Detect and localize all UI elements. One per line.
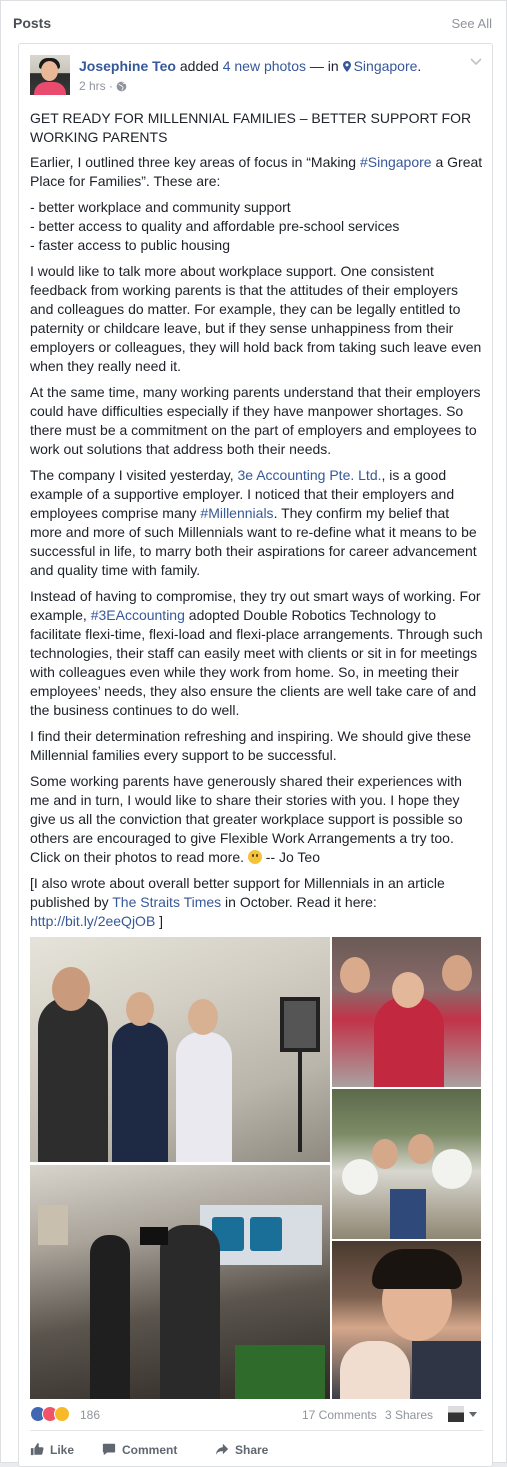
photo-family-one[interactable] [332,937,481,1087]
list-item: - faster access to public housing [30,237,230,253]
photo-mother-baby[interactable] [332,1241,481,1399]
hashtag-millennials[interactable]: #Millennials [200,505,273,521]
comments-count[interactable]: 17 Comments [302,1408,377,1422]
paragraph-workplace: I would like to talk more about workplac… [30,263,482,374]
globe-icon[interactable] [116,81,127,92]
chevron-down-icon[interactable] [470,58,482,66]
action-mid: — in [306,58,343,74]
paragraph-company: The company I visited yesterday, 3e Acco… [30,467,477,578]
wow-reaction-icon [54,1406,70,1422]
reaction-icons[interactable] [30,1406,78,1422]
post-card: Josephine Teo added 4 new photos — in Si… [18,43,493,1467]
map-pin-icon [342,61,351,72]
like-icon [30,1443,44,1456]
comment-icon [102,1443,116,1456]
photo-grid [30,937,481,1399]
section-title: Posts [13,15,52,31]
location-link[interactable]: Singapore [342,58,418,74]
author-avatar[interactable] [30,55,70,95]
viewer-avatar[interactable] [448,1406,464,1422]
post-meta: 2 hrs · [79,79,127,93]
shares-count[interactable]: 3 Shares [385,1408,433,1422]
timestamp[interactable]: 2 hrs [79,79,106,93]
hashtag-3eaccounting[interactable]: #3EAccounting [91,607,185,623]
paragraph-commitment: At the same time, many working parents u… [30,384,481,457]
photos-link[interactable]: 4 new photos [223,58,306,74]
paragraph-smart-working: Instead of having to compromise, they tr… [30,588,483,718]
location-suffix: . [417,58,422,74]
photo-office-visit[interactable] [30,937,330,1162]
post-body: GET READY FOR MILLENNIAL FAMILIES – BETT… [30,109,483,938]
smiley-emoji-icon [247,850,262,864]
share-label: Share [235,1443,269,1457]
author-name[interactable]: Josephine Teo [79,58,176,74]
share-button[interactable]: Share [215,1440,268,1457]
action-prefix: added [175,58,223,74]
meta-separator: · [105,79,117,93]
photo-film-crew[interactable] [30,1165,330,1399]
post-header: Josephine Teo added 4 new photos — in Si… [79,58,421,74]
straits-times-link[interactable]: The Straits Times [112,894,221,910]
section-header: Posts See All [1,1,506,43]
caret-down-icon[interactable] [469,1412,477,1417]
list-item: - better access to quality and affordabl… [30,218,400,234]
list-item: - better workplace and community support [30,199,291,215]
like-button[interactable]: Like [30,1440,74,1457]
posts-section: Posts See All Josephine Teo added 4 new … [0,0,507,1467]
reactions-bar: 186 17 Comments 3 Shares [30,1404,483,1426]
see-all-link[interactable]: See All [452,16,492,31]
post-headline: GET READY FOR MILLENNIAL FAMILIES – BETT… [30,110,472,145]
paragraph-intro: Earlier, I outlined three key areas of f… [30,154,483,189]
article-url-link[interactable]: http://bit.ly/2eeQjOB [30,913,155,929]
comment-button[interactable]: Comment [102,1440,177,1457]
photo-family-two[interactable] [332,1089,481,1239]
comment-label: Comment [122,1443,178,1457]
location-name: Singapore [353,58,418,74]
like-label: Like [50,1443,75,1457]
focus-list: - better workplace and community support… [30,198,483,255]
paragraph-inspiring: I find their determination refreshing an… [30,728,471,763]
reactions-count[interactable]: 186 [80,1408,100,1422]
paragraph-article: [I also wrote about overall better suppo… [30,875,445,929]
hashtag-singapore[interactable]: #Singapore [360,154,432,170]
action-bar: Like Comment Share [30,1430,483,1462]
paragraph-stories: Some working parents have generously sha… [30,773,463,865]
company-link[interactable]: 3e Accounting Pte. Ltd. [238,467,382,483]
share-icon [215,1443,229,1456]
